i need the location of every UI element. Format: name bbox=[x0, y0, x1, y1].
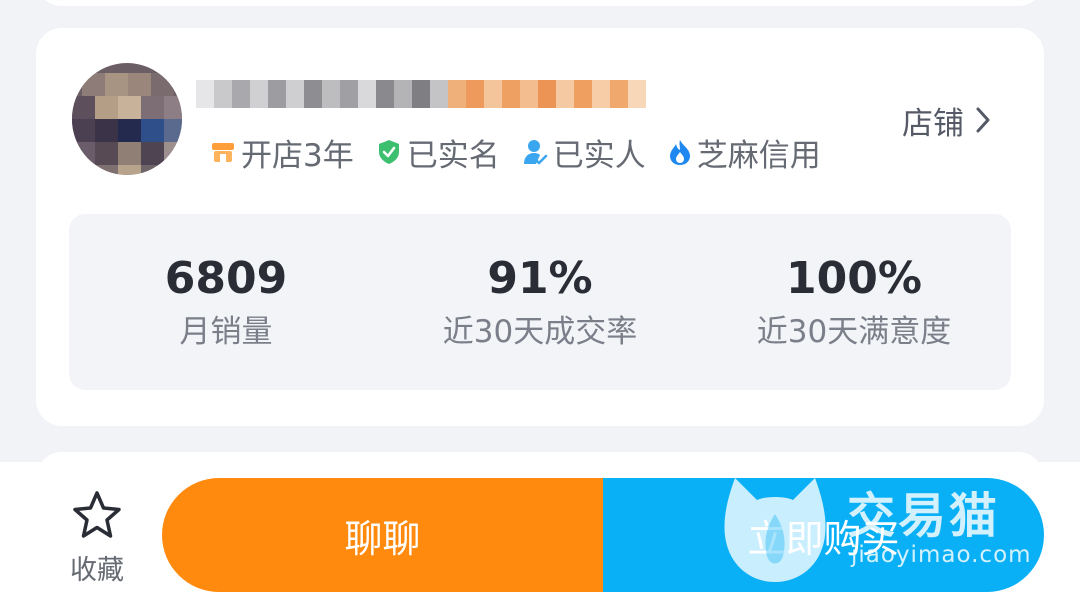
shop-avatar[interactable] bbox=[72, 63, 182, 175]
tag-sesame-credit-label: 芝麻信用 bbox=[696, 137, 821, 174]
tag-sesame-credit: 芝麻信用 bbox=[668, 130, 821, 175]
shop-name-pixelated bbox=[196, 68, 696, 128]
tag-verified-person-label: 已实人 bbox=[552, 137, 646, 174]
stat-monthly-sales: 6809 月销量 bbox=[126, 254, 326, 352]
shop-tags: 开店3年 已实名 已实人 芝麻信用 bbox=[210, 130, 821, 175]
tag-verified-name: 已实名 bbox=[376, 130, 500, 175]
tag-verified-person: 已实人 bbox=[522, 130, 646, 175]
tag-shop-age: 开店3年 bbox=[210, 130, 354, 175]
stat-transaction-rate-value: 91% bbox=[487, 253, 593, 304]
star-icon bbox=[73, 491, 121, 538]
stat-satisfaction-value: 100% bbox=[786, 253, 922, 304]
bottom-action-bar: 收藏 聊聊 立即购买 bbox=[0, 462, 1080, 607]
stat-satisfaction-label: 近30天满意度 bbox=[756, 314, 952, 350]
tag-shop-age-label: 开店3年 bbox=[241, 137, 354, 174]
chevron-right-icon bbox=[976, 107, 990, 133]
shop-card: 店铺 开店3年 已实名 已实人 芝麻信用 6809 月销量 91% 近30天成交… bbox=[36, 28, 1044, 426]
stat-transaction-rate: 91% 近30天成交率 bbox=[415, 254, 665, 352]
favorite-button[interactable]: 收藏 bbox=[62, 490, 132, 587]
person-verified-icon bbox=[523, 140, 548, 165]
stat-satisfaction: 100% 近30天满意度 bbox=[729, 254, 979, 352]
shop-icon bbox=[212, 143, 234, 162]
previous-card bbox=[36, 0, 1044, 6]
stat-monthly-sales-value: 6809 bbox=[164, 253, 288, 304]
stat-monthly-sales-label: 月销量 bbox=[179, 314, 273, 350]
favorite-label: 收藏 bbox=[70, 555, 124, 586]
tag-verified-name-label: 已实名 bbox=[406, 137, 500, 174]
flame-icon bbox=[669, 140, 690, 165]
chat-button[interactable]: 聊聊 bbox=[162, 478, 603, 592]
shop-stats-panel: 6809 月销量 91% 近30天成交率 100% 近30天满意度 bbox=[69, 214, 1011, 390]
buy-now-button[interactable]: 立即购买 bbox=[603, 478, 1044, 592]
stat-transaction-rate-label: 近30天成交率 bbox=[442, 314, 638, 350]
shield-check-icon bbox=[378, 140, 399, 164]
shop-link[interactable]: 店铺 bbox=[902, 100, 990, 142]
shop-link-label: 店铺 bbox=[902, 105, 964, 142]
